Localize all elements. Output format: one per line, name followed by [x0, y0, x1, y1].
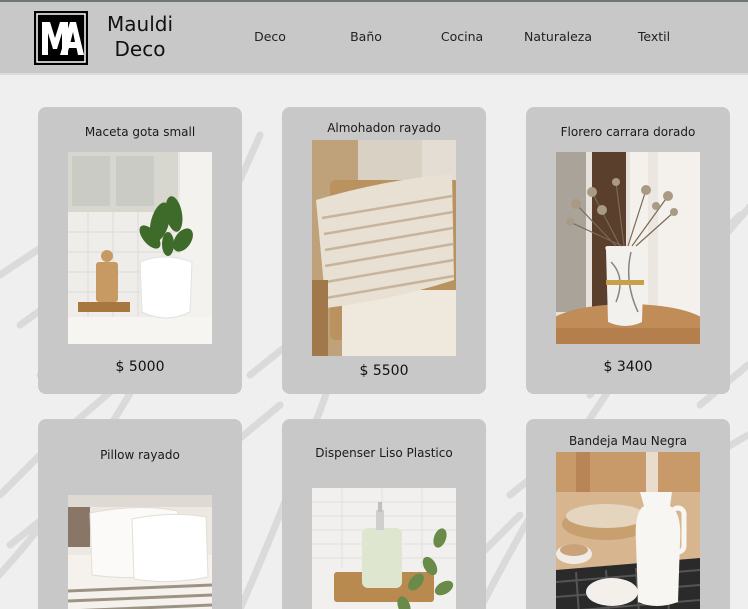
product-image-pillow[interactable]: [68, 495, 212, 609]
product-card[interactable]: Dispenser Liso Plastico: [282, 419, 486, 609]
product-image-maceta[interactable]: [68, 152, 212, 344]
nav-link-deco[interactable]: Deco: [245, 29, 295, 44]
product-title: Maceta gota small: [84, 125, 196, 139]
brand-name-line2: Deco: [114, 37, 166, 61]
product-title: Pillow rayado: [100, 448, 180, 462]
product-image-bandeja[interactable]: [556, 452, 700, 609]
ma-logo-icon: [34, 11, 88, 65]
product-price: $ 5500: [359, 363, 409, 379]
product-card[interactable]: Pillow rayado: [38, 419, 242, 609]
brand-name[interactable]: Mauldi Deco: [100, 12, 180, 62]
nav-link-textil[interactable]: Textil: [629, 29, 679, 44]
product-card[interactable]: Bandeja Mau Negra: [526, 419, 730, 609]
nav-link-cocina[interactable]: Cocina: [432, 29, 492, 44]
product-title: Florero carrara dorado: [560, 125, 696, 139]
product-image-dispenser[interactable]: [312, 488, 456, 609]
product-card[interactable]: Almohadon rayado $ 5500: [282, 107, 486, 394]
brand-logo[interactable]: [34, 11, 88, 65]
product-title: Bandeja Mau Negra: [568, 434, 688, 448]
product-price: $ 3400: [603, 359, 653, 375]
product-card[interactable]: Florero carrara dorado $ 3400: [526, 107, 730, 394]
product-price: $ 5000: [115, 359, 165, 375]
nav-link-bano[interactable]: Baño: [341, 29, 391, 44]
nav-link-naturaleza[interactable]: Naturaleza: [522, 29, 594, 44]
product-image-almohadon[interactable]: [312, 140, 456, 356]
product-image-florero[interactable]: [556, 152, 700, 344]
product-title: Almohadon rayado: [327, 121, 441, 135]
product-card[interactable]: Maceta gota small $ 5000: [38, 107, 242, 394]
brand-name-line1: Mauldi: [107, 12, 173, 36]
product-title: Dispenser Liso Plastico: [315, 446, 453, 460]
site-header: Mauldi Deco Deco Baño Cocina Naturaleza …: [0, 2, 748, 75]
